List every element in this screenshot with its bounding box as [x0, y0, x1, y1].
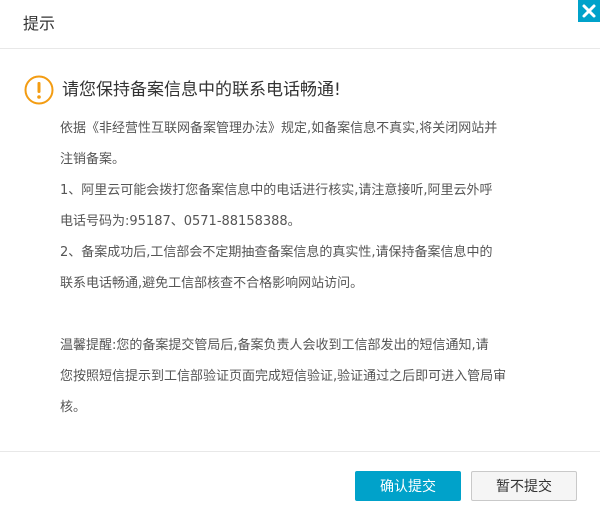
- notice-line: 1、阿里云可能会拨打您备案信息中的电话进行核实,请注意接听,阿里云外呼: [60, 183, 493, 198]
- notice-line: 电话号码为:95187、0571-88158388。: [60, 214, 301, 229]
- cancel-submit-button[interactable]: 暂不提交: [471, 471, 577, 501]
- notice-line: 温馨提醒:您的备案提交管局后,备案负责人会收到工信部发出的短信通知,请: [60, 338, 489, 353]
- submit-confirm-dialog: 提示 请您保持备案信息中的联系电话畅通! 依据《非经营性互联网备案管理办法》规定…: [0, 0, 600, 518]
- close-icon: [578, 0, 600, 22]
- warning-icon: [24, 75, 54, 105]
- dialog-header: 提示: [0, 0, 600, 49]
- notice-line: 依据《非经营性互联网备案管理办法》规定,如备案信息不真实,将关闭网站并: [60, 121, 498, 136]
- notice-text: 依据《非经营性互联网备案管理办法》规定,如备案信息不真实,将关闭网站并 注销备案…: [60, 113, 560, 423]
- notice-line: 联系电话畅通,避免工信部核查不合格影响网站访问。: [60, 276, 364, 291]
- confirm-submit-button[interactable]: 确认提交: [355, 471, 461, 501]
- notice-line: 注销备案。: [60, 152, 126, 167]
- close-button[interactable]: [578, 0, 600, 22]
- dialog-footer: 确认提交 暂不提交: [0, 451, 600, 518]
- notice-line: 2、备案成功后,工信部会不定期抽查备案信息的真实性,请保持备案信息中的: [60, 245, 493, 260]
- notice-heading: 请您保持备案信息中的联系电话畅通!: [62, 80, 341, 100]
- notice-line: 核。: [60, 400, 87, 415]
- notice-line: 您按照短信提示到工信部验证页面完成短信验证,验证通过之后即可进入管局审: [60, 369, 507, 384]
- dialog-title: 提示: [23, 14, 56, 33]
- dialog-body: 请您保持备案信息中的联系电话畅通! 依据《非经营性互联网备案管理办法》规定,如备…: [0, 49, 600, 452]
